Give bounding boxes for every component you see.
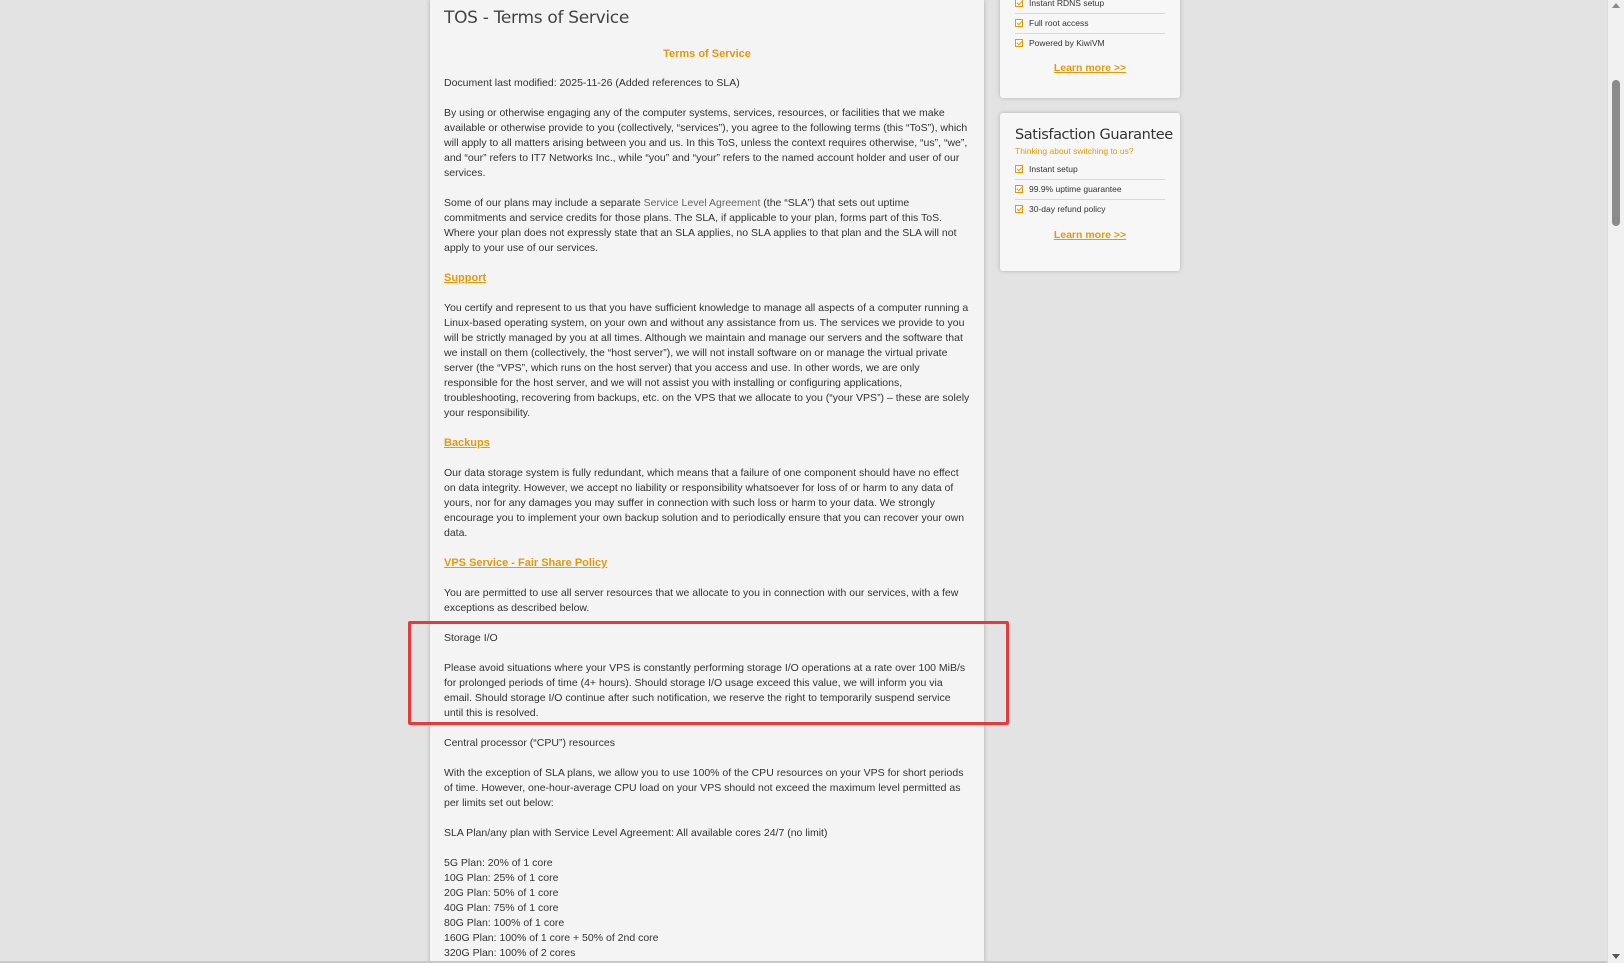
feature-item: Powered by KiwiVM bbox=[1015, 34, 1165, 53]
learn-more-link[interactable]: Learn more >> bbox=[1000, 53, 1180, 74]
backups-section-link[interactable]: Backups bbox=[444, 436, 490, 451]
storage-io-highlight bbox=[408, 621, 1009, 725]
satisfaction-guarantee-title: Satisfaction Guarantee bbox=[1015, 127, 1173, 143]
feature-label: Instant RDNS setup bbox=[1029, 0, 1105, 8]
plan-limit-80g: 80G Plan: 100% of 1 core bbox=[444, 917, 565, 929]
plan-limit-10g: 10G Plan: 25% of 1 core bbox=[444, 872, 559, 884]
feature-item: Full root access bbox=[1015, 14, 1165, 34]
feature-label: Full root access bbox=[1029, 18, 1089, 28]
features-box: Instant RDNS setup Full root access Powe… bbox=[1000, 0, 1180, 98]
last-modified-text: Document last modified: 2025-11-26 (Adde… bbox=[444, 77, 740, 89]
support-paragraph: You certify and represent to us that you… bbox=[444, 302, 970, 419]
satisfaction-guarantee-subtitle: Thinking about switching to us? bbox=[1015, 146, 1134, 156]
backups-paragraph: Our data storage system is fully redunda… bbox=[444, 467, 965, 539]
plan-limit-20g: 20G Plan: 50% of 1 core bbox=[444, 887, 559, 899]
page-title: TOS - Terms of Service bbox=[444, 8, 629, 28]
checkbox-icon bbox=[1015, 0, 1023, 7]
guarantee-item: Instant setup bbox=[1015, 160, 1165, 180]
sla-plan-limit: SLA Plan/any plan with Service Level Agr… bbox=[444, 827, 828, 839]
fair-share-section-link[interactable]: VPS Service - Fair Share Policy bbox=[444, 556, 607, 571]
fair-share-paragraph: You are permitted to use all server reso… bbox=[444, 587, 959, 614]
cpu-paragraph: With the exception of SLA plans, we allo… bbox=[444, 767, 964, 809]
checkbox-icon bbox=[1015, 39, 1023, 47]
features-list: Instant RDNS setup Full root access Powe… bbox=[1015, 0, 1165, 53]
checkbox-icon bbox=[1015, 19, 1023, 27]
guarantee-label: 30-day refund policy bbox=[1029, 204, 1106, 214]
feature-label: Powered by KiwiVM bbox=[1029, 38, 1105, 48]
satisfaction-guarantee-box: Satisfaction Guarantee Thinking about sw… bbox=[1000, 113, 1180, 271]
sla-paragraph-start: Some of our plans may include a separate bbox=[444, 197, 644, 209]
guarantee-item: 99.9% uptime guarantee bbox=[1015, 180, 1165, 200]
plan-limit-160g: 160G Plan: 100% of 1 core + 50% of 2nd c… bbox=[444, 932, 659, 944]
tos-content-panel: TOS - Terms of Service Terms of Service … bbox=[430, 0, 984, 963]
feature-item: Instant RDNS setup bbox=[1015, 0, 1165, 14]
guarantee-item: 30-day refund policy bbox=[1015, 200, 1165, 219]
checkbox-icon bbox=[1015, 165, 1023, 173]
cpu-heading: Central processor (“CPU”) resources bbox=[444, 737, 615, 749]
plan-limit-40g: 40G Plan: 75% of 1 core bbox=[444, 902, 559, 914]
checkbox-icon bbox=[1015, 185, 1023, 193]
scrollbar-thumb[interactable] bbox=[1612, 80, 1620, 226]
document-heading: Terms of Service bbox=[663, 48, 751, 60]
intro-paragraph: By using or otherwise engaging any of th… bbox=[444, 107, 968, 179]
guarantee-label: 99.9% uptime guarantee bbox=[1029, 184, 1122, 194]
checkbox-icon bbox=[1015, 205, 1023, 213]
sla-paragraph: Some of our plans may include a separate… bbox=[444, 196, 970, 256]
learn-more-link[interactable]: Learn more >> bbox=[1000, 219, 1180, 241]
vertical-scrollbar[interactable] bbox=[1607, 0, 1624, 963]
plan-limit-320g: 320G Plan: 100% of 2 cores bbox=[444, 947, 576, 959]
guarantee-list: Instant setup 99.9% uptime guarantee 30-… bbox=[1015, 160, 1165, 219]
plan-limit-5g: 5G Plan: 20% of 1 core bbox=[444, 857, 553, 869]
scroll-down-arrow-icon[interactable] bbox=[1612, 954, 1620, 959]
support-section-link[interactable]: Support bbox=[444, 271, 486, 286]
guarantee-label: Instant setup bbox=[1029, 164, 1078, 174]
sla-link[interactable]: Service Level Agreement bbox=[644, 197, 761, 209]
scroll-up-arrow-icon[interactable] bbox=[1612, 3, 1620, 8]
